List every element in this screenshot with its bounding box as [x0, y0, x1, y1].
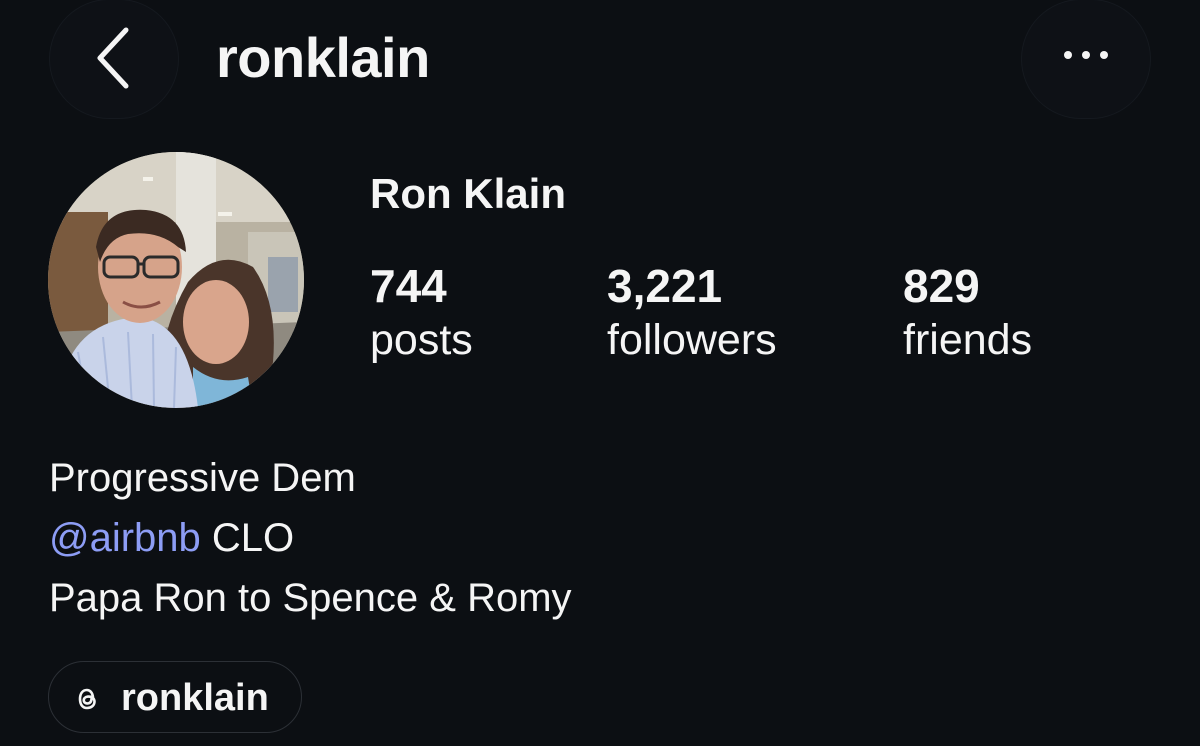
- more-options-button[interactable]: [1022, 0, 1150, 118]
- stat-label: followers: [607, 316, 777, 364]
- display-name: Ron Klain: [370, 170, 566, 217]
- avatar[interactable]: [48, 152, 304, 408]
- stat-value: 3,221: [607, 260, 723, 312]
- bio-line: Progressive Dem: [49, 456, 356, 500]
- stat-posts[interactable]: 744 posts: [370, 258, 473, 366]
- profile-header: ronklain: [0, 0, 1200, 120]
- chevron-left-icon: [97, 27, 129, 89]
- bio: Progressive Dem @airbnb CLO Papa Ron to …: [49, 448, 572, 628]
- threads-profile-link[interactable]: ronklain: [48, 661, 302, 733]
- back-button[interactable]: [50, 0, 178, 118]
- bio-line: Papa Ron to Spence & Romy: [49, 576, 572, 620]
- stat-value: 744: [370, 260, 447, 312]
- stat-label: posts: [370, 316, 473, 364]
- page-title: ronklain: [216, 26, 430, 89]
- bio-text: CLO: [200, 516, 295, 560]
- mention-link[interactable]: @airbnb: [49, 516, 201, 560]
- stat-followers[interactable]: 3,221 followers: [607, 258, 777, 366]
- stat-label: friends: [903, 316, 1033, 364]
- stat-value: 829: [903, 260, 980, 312]
- bio-line: @airbnb CLO: [49, 508, 572, 568]
- stat-friends[interactable]: 829 friends: [903, 258, 1032, 366]
- threads-icon: [78, 688, 96, 710]
- threads-handle: ronklain: [121, 677, 269, 719]
